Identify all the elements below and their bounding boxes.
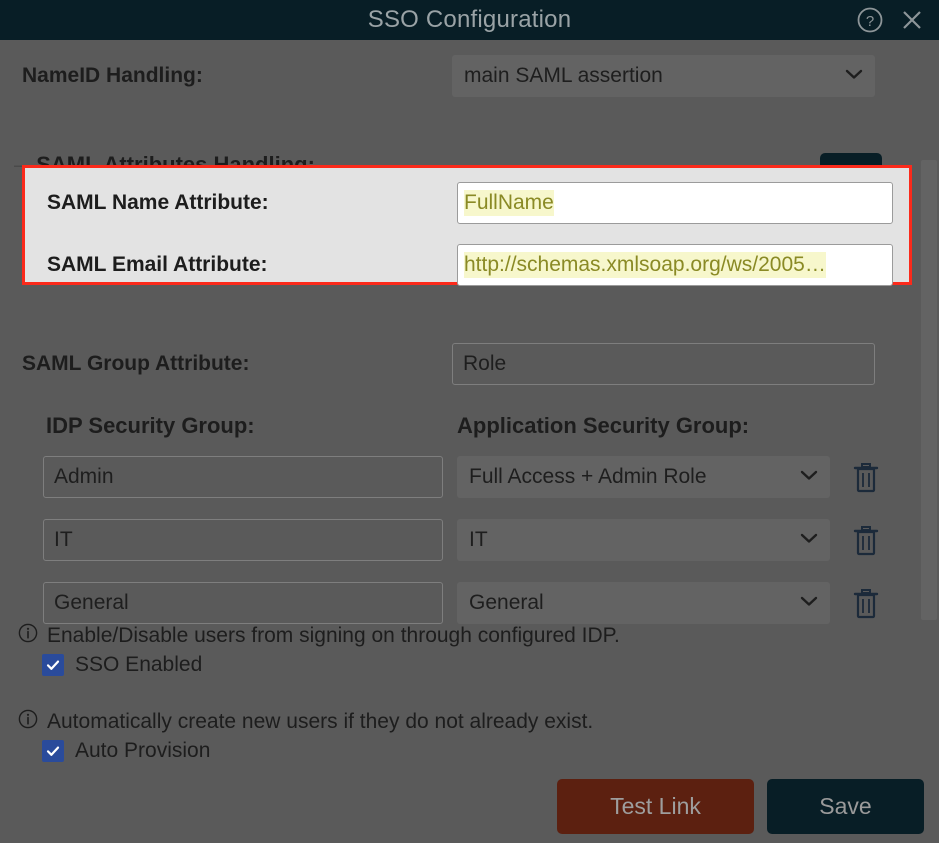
test-link-button[interactable]: Test Link	[557, 779, 754, 834]
app-group-select-wrap: Full Access + Admin Role	[457, 456, 830, 498]
titlebar-actions: ?	[855, 0, 927, 40]
vertical-scrollbar[interactable]	[921, 160, 937, 620]
saml-email-attribute-row: SAML Email Attribute: http://schemas.xml…	[47, 244, 893, 286]
auto-provision-description: Automatically create new users if they d…	[47, 710, 594, 733]
saml-email-attribute-input[interactable]: http://schemas.xmlsoap.org/ws/2005…	[457, 244, 893, 286]
info-circle-icon	[18, 623, 38, 649]
app-group-select[interactable]: IT	[457, 519, 830, 561]
auto-provision-description-line: Automatically create new users if they d…	[18, 709, 593, 735]
saml-attributes-highlight-panel: SAML Name Attribute: FullName SAML Email…	[22, 165, 912, 286]
nameid-handling-row: NameID Handling: main SAML assertion	[22, 55, 917, 97]
info-circle-icon	[18, 709, 38, 735]
saml-name-attribute-label: SAML Name Attribute:	[47, 191, 269, 214]
app-group-value: IT	[469, 528, 488, 551]
dialog-body: NameID Handling: main SAML assertion – S…	[0, 40, 939, 843]
idp-group-input[interactable]	[43, 519, 443, 561]
app-group-select-wrap: General	[457, 582, 830, 624]
saml-email-attribute-value: http://schemas.xmlsoap.org/ws/2005…	[464, 252, 826, 278]
sso-configuration-dialog: SSO Configuration ? NameID Handling: mai…	[0, 0, 939, 843]
auto-provision-checkbox-row[interactable]: Auto Provision	[42, 739, 210, 763]
svg-text:?: ?	[866, 13, 874, 30]
sso-enabled-checkbox[interactable]	[42, 654, 64, 676]
idp-security-group-header: IDP Security Group:	[46, 413, 255, 438]
nameid-handling-value: main SAML assertion	[464, 64, 663, 87]
app-group-select-wrap: IT	[457, 519, 830, 561]
auto-provision-checkbox[interactable]	[42, 740, 64, 762]
saml-group-attribute-row: SAML Group Attribute:	[22, 343, 917, 385]
trash-icon[interactable]	[849, 458, 883, 496]
nameid-handling-label: NameID Handling:	[22, 64, 203, 87]
trash-icon[interactable]	[849, 584, 883, 622]
saml-group-attribute-label: SAML Group Attribute:	[22, 352, 250, 375]
group-mapping-row: IT	[43, 518, 913, 562]
idp-group-input[interactable]	[43, 582, 443, 624]
saml-name-attribute-input[interactable]: FullName	[457, 182, 893, 224]
saml-name-attribute-value: FullName	[464, 190, 554, 216]
saml-email-attribute-label: SAML Email Attribute:	[47, 253, 268, 276]
dialog-titlebar: SSO Configuration ?	[0, 0, 939, 40]
app-group-select[interactable]: Full Access + Admin Role	[457, 456, 830, 498]
auto-provision-label: Auto Provision	[75, 739, 211, 762]
app-group-select[interactable]: General	[457, 582, 830, 624]
idp-group-input[interactable]	[43, 456, 443, 498]
app-group-value: Full Access + Admin Role	[469, 465, 707, 488]
sso-enabled-checkbox-row[interactable]: SSO Enabled	[42, 653, 202, 677]
saml-group-attribute-input[interactable]	[452, 343, 875, 385]
sso-enabled-description: Enable/Disable users from signing on thr…	[47, 624, 620, 647]
page-title: SSO Configuration	[367, 6, 572, 33]
application-security-group-header: Application Security Group:	[457, 413, 750, 438]
sso-enabled-description-line: Enable/Disable users from signing on thr…	[18, 623, 620, 649]
trash-icon[interactable]	[849, 521, 883, 559]
save-button[interactable]: Save	[767, 779, 924, 834]
group-mapping-row: Full Access + Admin Role	[43, 455, 913, 499]
sso-enabled-label: SSO Enabled	[75, 653, 203, 676]
help-circle-icon[interactable]: ?	[855, 5, 885, 35]
nameid-handling-select[interactable]: main SAML assertion	[452, 55, 875, 97]
group-mapping-row: General	[43, 581, 913, 625]
saml-name-attribute-row: SAML Name Attribute: FullName	[47, 182, 893, 224]
nameid-handling-select-wrap: main SAML assertion	[452, 55, 875, 97]
app-group-value: General	[469, 591, 544, 614]
close-icon[interactable]	[897, 5, 927, 35]
